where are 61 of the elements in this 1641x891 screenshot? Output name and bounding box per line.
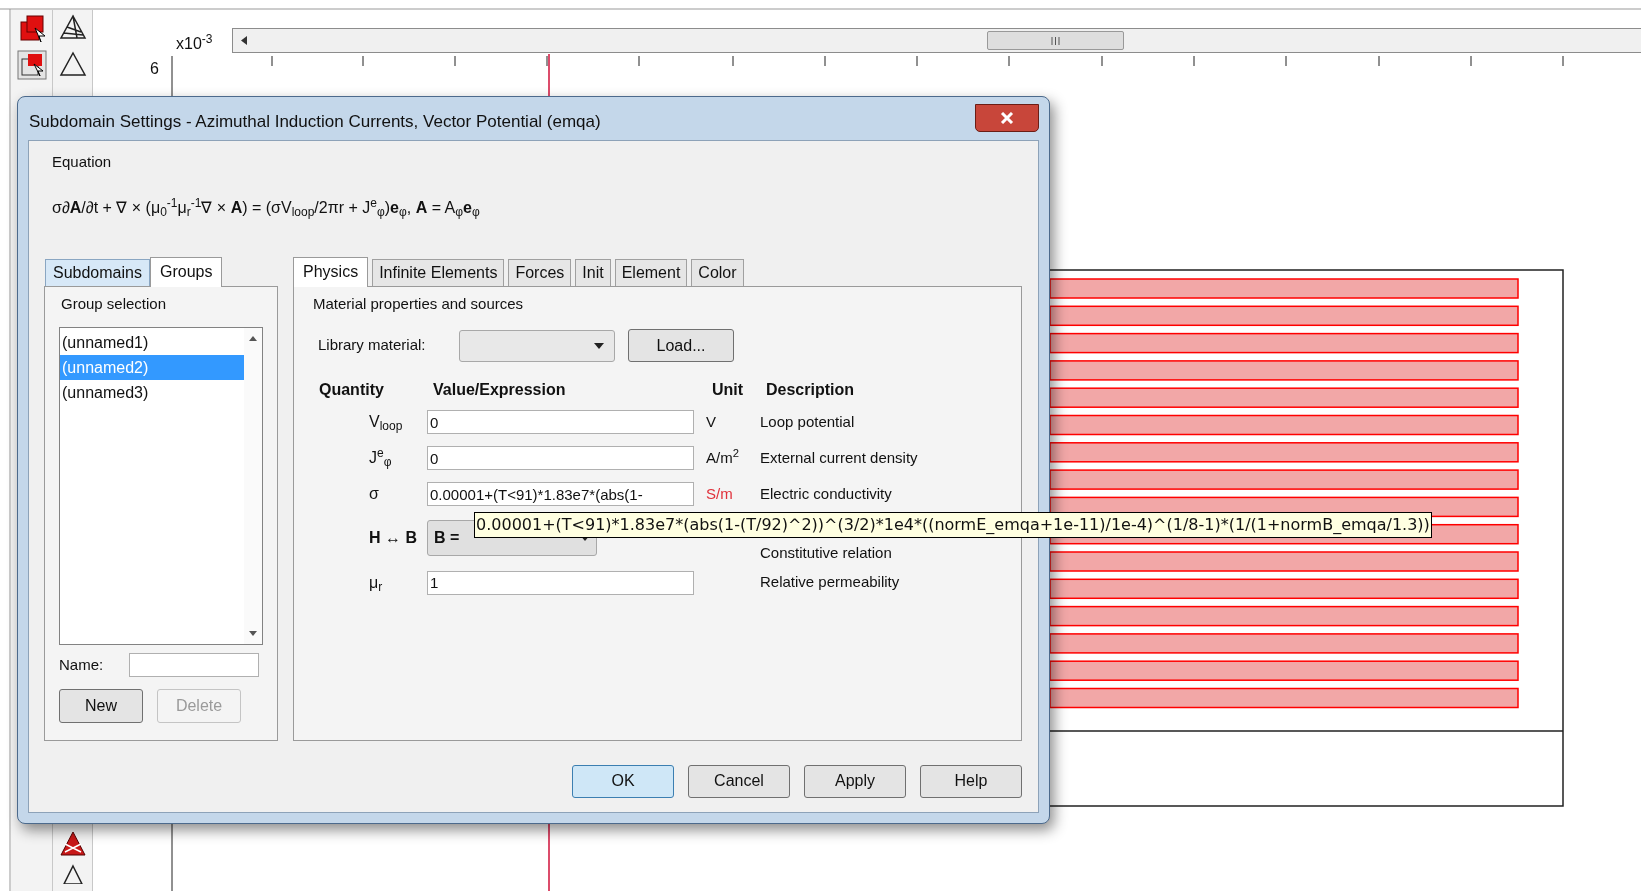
scrollbar-thumb[interactable] [987, 31, 1124, 50]
dialog-button[interactable]: Cancel [688, 764, 790, 798]
description-text: Loop potential [760, 411, 856, 432]
tab[interactable]: Infinite Elements [372, 258, 505, 286]
pyramid-icon[interactable] [59, 830, 87, 858]
dialog-button[interactable]: Apply [804, 764, 906, 798]
grip-icon [1051, 36, 1060, 45]
library-material-label: Library material: [318, 335, 427, 356]
axis-exponent-label: x10$^{-3}$ [176, 36, 213, 52]
group-list[interactable]: (unnamed1) (unnamed2) (unnamed3) [59, 327, 263, 645]
tab[interactable]: Subdomains [45, 258, 150, 286]
section-title: Material properties and sources [313, 293, 525, 314]
description-text: Constitutive relation [760, 543, 893, 563]
tab[interactable]: Groups [149, 256, 223, 287]
unit-label: S/m [706, 483, 734, 504]
scrollbar[interactable] [232, 28, 1641, 53]
description-text: Relative permeability [760, 572, 901, 593]
scroll-up-icon[interactable] [249, 336, 257, 341]
unit-label: A/m$^{2}$ [706, 446, 740, 468]
close-button[interactable] [975, 103, 1039, 132]
list-item[interactable]: (unnamed1) [60, 330, 244, 355]
tab[interactable]: Init [575, 258, 611, 286]
value-input[interactable]: 0 [427, 410, 694, 434]
quantity-symbol: μ$_{r}$ [368, 572, 384, 595]
load-button[interactable]: Load... [628, 329, 734, 362]
column-header: Value/Expression [432, 380, 567, 400]
scroll-left-icon[interactable] [241, 36, 247, 45]
unit-label: V [706, 411, 717, 432]
value-input[interactable]: 1 [427, 570, 694, 595]
equation-formula: σ∂A/∂t + ∇ × (μ$_{0}$$^{-1}$μ$_{r}$$^{-1}$∇ × A) = (σV$_{loop}$/2πr + J$^{e}$$_{φ}$)e$_{φ}$, A = A$_{φ}$e$_{φ}$ [52, 195, 481, 221]
quantity-symbol: V$_{loop}$ [368, 412, 404, 434]
name-input[interactable] [129, 653, 259, 677]
tab[interactable]: Color [691, 258, 744, 286]
tooltip: 0.00001+(T<91)*1.83e7*(abs(1-(T/92)^2))^(3/2)*1e4*((normE_emqa+1e-11)/1e-4)^(1/8-1)*(1/(1+normB_emqa/1.3)) [474, 512, 1432, 538]
tab[interactable]: Physics [293, 256, 369, 287]
group-selection-label: Group selection [61, 293, 168, 314]
axis-tick-label: 6 [150, 61, 159, 77]
scroll-down-icon[interactable] [249, 631, 257, 636]
value-input[interactable]: 0.00001+(T<91)*1.83e7*(abs(1- [427, 482, 694, 506]
dialog-button[interactable]: Help [920, 764, 1022, 798]
quantity-symbol: σ [368, 484, 380, 504]
column-header: Description [765, 380, 855, 400]
close-icon [1000, 111, 1014, 124]
name-label: Name: [59, 654, 105, 675]
equation-label: Equation [52, 152, 113, 172]
description-text: External current density [760, 447, 919, 468]
column-header: Unit [711, 380, 745, 400]
dialog-button[interactable]: OK [572, 764, 674, 798]
value-input[interactable]: 0 [427, 446, 694, 470]
column-header: Quantity [318, 380, 385, 400]
triangle-icon[interactable] [62, 864, 84, 884]
list-item[interactable]: (unnamed3) [60, 380, 244, 405]
tab[interactable]: Element [614, 258, 688, 286]
tab[interactable]: Forces [508, 258, 572, 286]
group-button[interactable]: New [59, 689, 143, 723]
triangle-icon[interactable] [58, 50, 87, 78]
caret-icon [594, 342, 604, 349]
quantity-symbol: H ↔ B [368, 528, 418, 549]
pyramid-icon[interactable] [58, 14, 87, 42]
description-text: Electric conductivity [760, 483, 893, 504]
window-title: Subdomain Settings - Azimuthal Induction Currents, Vector Potential (emqa) [29, 110, 601, 133]
